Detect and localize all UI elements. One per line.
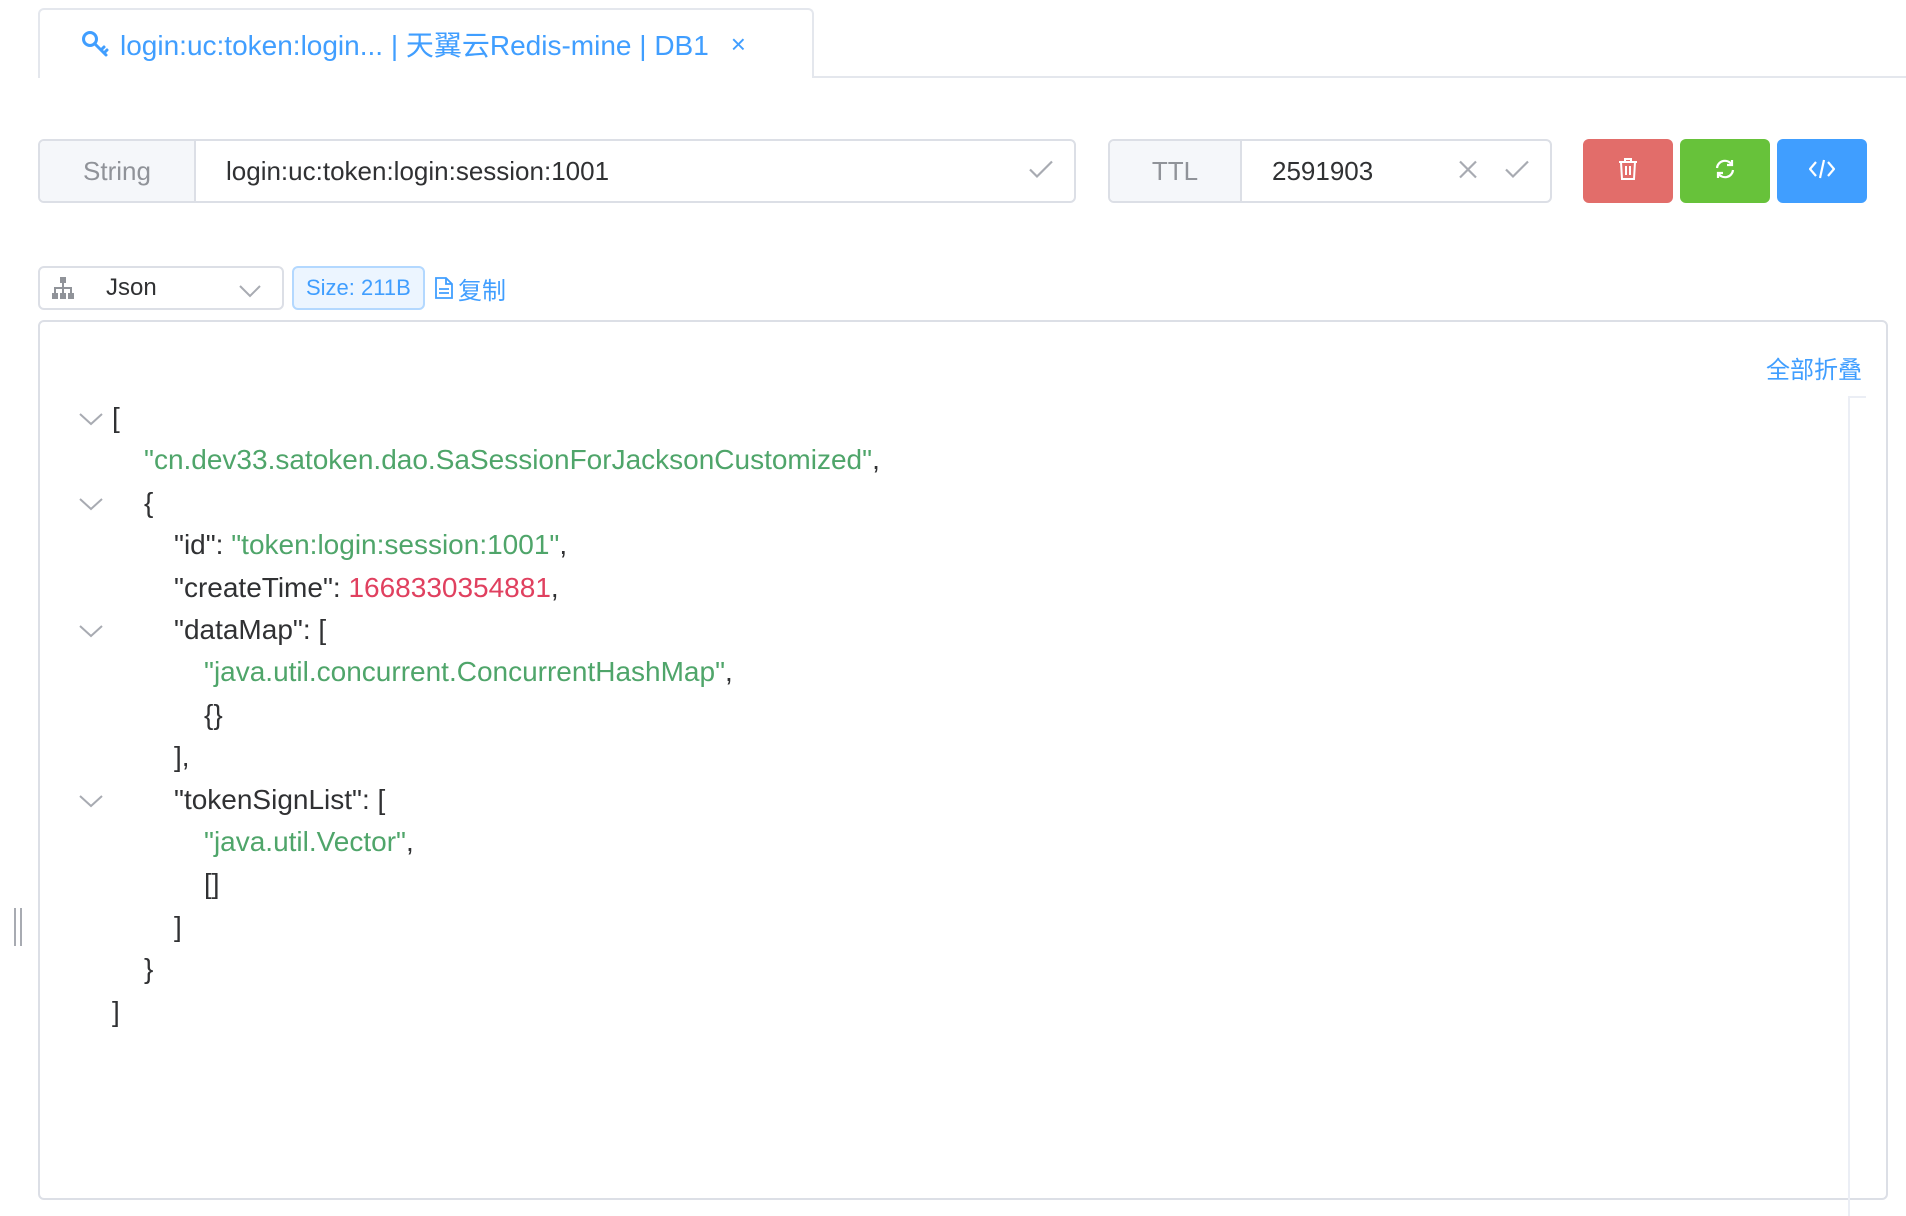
json-line: } xyxy=(144,949,153,989)
dump-command-button[interactable] xyxy=(1777,139,1867,203)
json-string: "java.util.Vector" xyxy=(204,826,406,857)
ttl-value: 2591903 xyxy=(1272,155,1374,186)
json-token: "tokenSignList": [ xyxy=(174,784,386,815)
code-icon xyxy=(1808,158,1836,185)
refresh-icon xyxy=(1713,157,1737,186)
json-string: "java.util.concurrent.ConcurrentHashMap" xyxy=(204,656,726,687)
copy-label: 复制 xyxy=(458,277,506,305)
json-token: , xyxy=(872,444,880,475)
ttl-clear-icon[interactable] xyxy=(1458,156,1478,187)
json-line: "id": "token:login:session:1001", xyxy=(174,525,567,565)
json-token: "id": xyxy=(174,529,232,560)
json-string: "token:login:session:1001" xyxy=(231,529,560,560)
collapse-chevron-icon[interactable] xyxy=(78,623,104,639)
json-line: "dataMap": [ xyxy=(174,610,326,650)
json-line: [] xyxy=(204,864,220,904)
json-string: "cn.dev33.satoken.dao.SaSessionForJackso… xyxy=(144,444,873,475)
ttl-label: TTL xyxy=(1110,141,1242,201)
collapse-chevron-icon[interactable] xyxy=(78,793,104,809)
ttl-group: TTL 2591903 xyxy=(1108,139,1552,203)
json-token: ], xyxy=(174,741,190,772)
json-line: ], xyxy=(174,737,190,777)
resize-handle[interactable] xyxy=(14,908,22,946)
collapse-all-button[interactable]: 全部折叠 xyxy=(1766,350,1862,385)
json-line: {} xyxy=(204,695,223,735)
json-number: 1668330354881 xyxy=(348,572,551,603)
ttl-input[interactable]: 2591903 xyxy=(1242,141,1550,201)
collapse-chevron-icon[interactable] xyxy=(78,411,104,427)
refresh-key-button[interactable] xyxy=(1680,139,1770,203)
tab-label: login:uc:token:login... | 天翼云Redis-mine … xyxy=(120,30,709,61)
key-type-label: String xyxy=(40,141,196,201)
copy-button[interactable]: 复制 xyxy=(434,270,506,306)
json-token: { xyxy=(144,487,154,518)
tab-key-session[interactable]: login:uc:token:login... | 天翼云Redis-mine … xyxy=(38,8,814,78)
json-line: "java.util.concurrent.ConcurrentHashMap"… xyxy=(204,652,733,692)
json-token: [] xyxy=(204,868,220,899)
tab-bar: login:uc:token:login... | 天翼云Redis-mine … xyxy=(0,0,1906,78)
chevron-down-icon xyxy=(238,278,262,306)
json-token: , xyxy=(550,572,559,603)
json-token: "dataMap": [ xyxy=(174,614,327,645)
json-line: "cn.dev33.satoken.dao.SaSessionForJackso… xyxy=(144,440,880,480)
trash-icon xyxy=(1617,157,1639,186)
key-name-group: String login:uc:token:login:session:1001 xyxy=(38,139,1076,203)
key-name-input[interactable]: login:uc:token:login:session:1001 xyxy=(196,141,1074,201)
tree-icon xyxy=(50,275,76,301)
collapse-chevron-icon[interactable] xyxy=(78,496,104,512)
json-line: [ xyxy=(112,398,120,438)
key-rename-confirm-icon[interactable] xyxy=(1028,156,1054,187)
json-line: "tokenSignList": [ xyxy=(174,780,385,820)
document-icon xyxy=(434,276,456,300)
json-token: , xyxy=(405,826,414,857)
tab-close-icon[interactable]: × xyxy=(731,31,746,57)
json-line: ] xyxy=(174,907,182,947)
json-line: { xyxy=(144,483,153,523)
json-line: "java.util.Vector", xyxy=(204,822,414,862)
json-token: ] xyxy=(174,911,182,942)
delete-key-button[interactable] xyxy=(1583,139,1673,203)
json-token: {} xyxy=(204,699,223,730)
format-select-value: Json xyxy=(106,274,157,301)
json-line: ] xyxy=(112,992,120,1032)
ttl-confirm-icon[interactable] xyxy=(1504,156,1530,187)
key-icon xyxy=(80,29,110,59)
json-token: ] xyxy=(112,996,120,1027)
json-token: , xyxy=(559,529,568,560)
json-line: "createTime": 1668330354881, xyxy=(174,568,559,608)
key-name-value: login:uc:token:login:session:1001 xyxy=(226,155,610,186)
json-token: } xyxy=(144,953,154,984)
format-select[interactable]: Json xyxy=(38,266,284,310)
size-tag: Size: 211B xyxy=(292,266,425,310)
json-token: "createTime": xyxy=(174,572,349,603)
json-token: , xyxy=(725,656,733,687)
viewer-scrollbar[interactable] xyxy=(1848,396,1866,1216)
json-token: [ xyxy=(112,402,120,433)
